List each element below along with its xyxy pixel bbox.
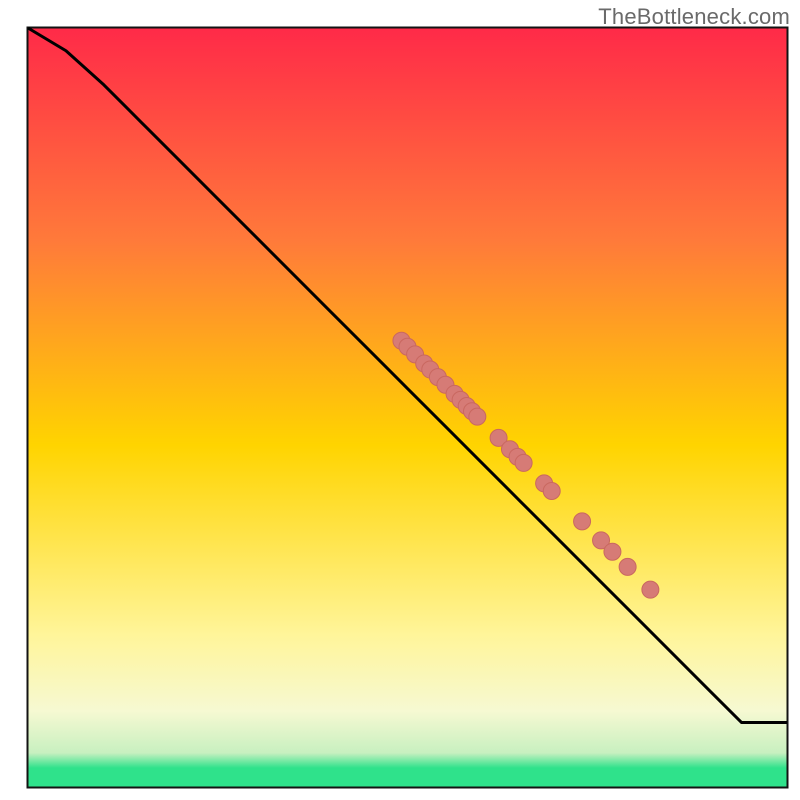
data-marker [619,558,636,575]
data-marker [515,454,532,471]
data-marker [469,408,486,425]
bottleneck-chart [0,0,800,800]
plot-background [28,28,787,787]
data-marker [642,581,659,598]
data-marker [543,482,560,499]
data-marker [604,543,621,560]
data-marker [574,513,591,530]
watermark-text: TheBottleneck.com [598,4,790,30]
chart-container: TheBottleneck.com [0,0,800,800]
